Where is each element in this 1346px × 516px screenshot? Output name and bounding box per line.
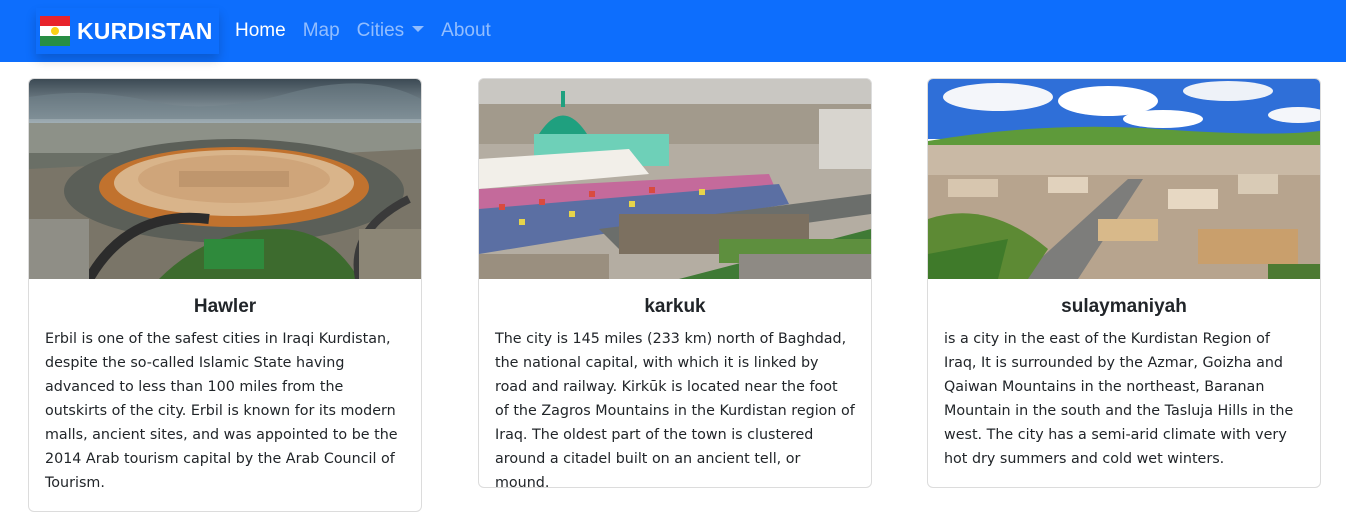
erbil-citadel-aerial-photo xyxy=(29,79,421,279)
card-title: karkuk xyxy=(644,296,706,317)
kurdistan-flag-icon xyxy=(40,16,70,46)
navbar: KURDISTAN Home Map Cities About xyxy=(0,0,1346,62)
city-card-hawler: Hawler Erbil is one of the safest cities… xyxy=(28,78,422,512)
kirkuk-market-mosque-photo xyxy=(479,79,871,279)
card-text: is a city in the east of the Kurdistan R… xyxy=(944,331,1294,467)
nav-cities-label: Cities xyxy=(356,20,405,41)
card-text: The city is 145 miles (233 km) north of … xyxy=(495,331,855,488)
card-body: Hawler Erbil is one of the safest cities… xyxy=(29,279,421,511)
nav-links: Home Map Cities About xyxy=(235,0,508,62)
nav-home[interactable]: Home xyxy=(235,20,286,42)
city-card-sulaymaniyah: sulaymaniyah is a city in the east of th… xyxy=(927,78,1321,488)
card-body: sulaymaniyah is a city in the east of th… xyxy=(928,279,1320,487)
brand-link[interactable]: KURDISTAN xyxy=(36,8,219,54)
card-title: Hawler xyxy=(193,296,257,317)
brand-name: KURDISTAN xyxy=(77,17,213,44)
chevron-down-icon xyxy=(412,25,425,32)
card-text: Erbil is one of the safest cities in Ira… xyxy=(45,331,398,491)
city-card-karkuk: karkuk The city is 145 miles (233 km) no… xyxy=(478,78,872,488)
card-body: karkuk The city is 145 miles (233 km) no… xyxy=(479,279,871,488)
sulaymaniyah-city-aerial-photo xyxy=(928,79,1320,279)
nav-cities-dropdown[interactable]: Cities xyxy=(357,20,425,42)
nav-about[interactable]: About xyxy=(441,20,491,42)
card-title: sulaymaniyah xyxy=(1061,296,1187,317)
nav-map[interactable]: Map xyxy=(303,20,340,42)
